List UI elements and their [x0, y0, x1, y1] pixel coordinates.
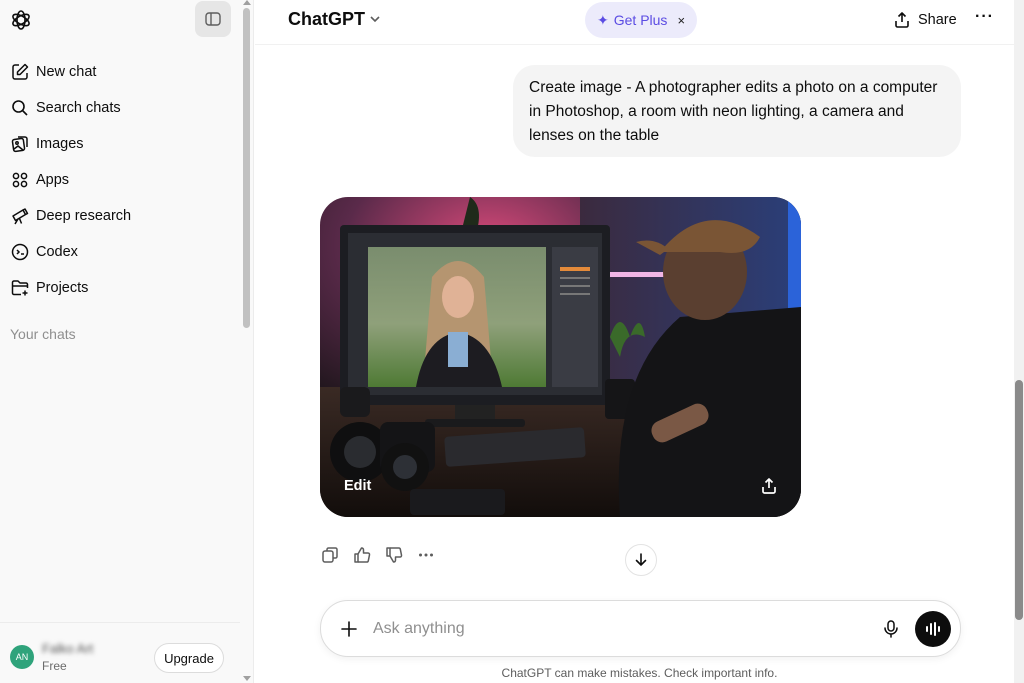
voice-mode-button[interactable] — [915, 611, 951, 647]
scroll-down-arrow[interactable] — [243, 676, 251, 681]
sidebar-item-label: Codex — [36, 244, 78, 260]
thumbs-up-button[interactable] — [352, 545, 372, 565]
scroll-to-bottom-button[interactable] — [625, 544, 657, 576]
sidebar-item-label: Deep research — [36, 208, 132, 224]
plan-label: Free — [42, 659, 67, 673]
sidebar-item-projects[interactable]: Projects — [0, 270, 240, 306]
user-message: Create image - A photographer edits a ph… — [513, 65, 961, 157]
sidebar-scrollbar[interactable] — [243, 8, 250, 328]
thumbs-down-button[interactable] — [384, 545, 404, 565]
sidebar-item-images[interactable]: Images — [0, 126, 240, 162]
voice-waveform-icon — [926, 622, 940, 636]
sidebar-item-codex[interactable]: Codex — [0, 234, 240, 270]
prompt-input[interactable] — [373, 618, 863, 640]
avatar[interactable]: AN — [10, 645, 34, 669]
copy-button[interactable] — [320, 545, 340, 565]
sidebar-top — [0, 0, 240, 40]
disclaimer: ChatGPT can make mistakes. Check importa… — [501, 666, 778, 680]
generated-image[interactable]: Edit — [320, 197, 801, 517]
more-actions-button[interactable] — [416, 545, 436, 565]
chevron-down-icon[interactable] — [368, 12, 382, 26]
share-label: Share — [918, 12, 957, 28]
main-scrollbar[interactable] — [1015, 380, 1023, 620]
thumbs-up-icon — [354, 547, 371, 563]
share-icon — [895, 12, 909, 28]
top-bar: ChatGPT ✦ Get Plus × Share ··· — [255, 0, 1024, 45]
edit-icon — [12, 63, 29, 80]
model-selector[interactable]: ChatGPT — [288, 9, 365, 30]
more-options-button[interactable]: ··· — [975, 8, 994, 26]
images-icon — [11, 136, 28, 153]
composer — [320, 600, 961, 657]
scroll-up-arrow[interactable] — [243, 0, 251, 5]
arrow-down-icon — [635, 553, 647, 567]
generated-image-illustration — [320, 197, 801, 517]
message-actions — [320, 545, 448, 565]
sidebar-item-deep-research[interactable]: Deep research — [0, 198, 240, 234]
close-icon[interactable]: × — [677, 13, 685, 28]
sidebar-toggle-button[interactable] — [195, 1, 231, 37]
openai-logo-icon[interactable] — [9, 8, 33, 32]
sparkle-icon: ✦ — [597, 11, 609, 28]
codex-icon — [11, 243, 29, 261]
sidebar-item-new-chat[interactable]: New chat — [0, 54, 240, 90]
more-icon — [419, 553, 433, 557]
sidebar: New chat Search chats Images Apps Deep r… — [0, 0, 254, 683]
image-edit-button[interactable]: Edit — [344, 478, 371, 494]
upgrade-button[interactable]: Upgrade — [154, 643, 224, 673]
microphone-icon[interactable] — [881, 619, 901, 639]
app-window: New chat Search chats Images Apps Deep r… — [0, 0, 1024, 683]
account-area[interactable]: AN Falko Art Free Upgrade — [0, 622, 240, 683]
sidebar-item-search-chats[interactable]: Search chats — [0, 90, 240, 126]
your-chats-heading: Your chats — [10, 326, 76, 342]
plus-icon[interactable] — [339, 619, 359, 639]
apps-grid-icon — [12, 172, 28, 188]
telescope-icon — [12, 208, 29, 225]
thumbs-down-icon — [386, 547, 403, 563]
search-icon — [12, 100, 28, 116]
sidebar-item-label: Apps — [36, 172, 70, 188]
sidebar-item-label: Images — [36, 136, 84, 152]
folder-plus-icon — [11, 280, 29, 296]
image-share-icon[interactable] — [760, 477, 778, 495]
get-plus-label: Get Plus — [613, 12, 668, 28]
sidebar-nav: New chat Search chats Images Apps Deep r… — [0, 54, 240, 306]
sidebar-item-apps[interactable]: Apps — [0, 162, 240, 198]
sidebar-item-label: New chat — [36, 64, 97, 80]
sidebar-item-label: Projects — [36, 280, 89, 296]
sidebar-toggle-icon — [205, 12, 221, 26]
share-button[interactable]: Share — [893, 8, 957, 32]
username: Falko Art — [42, 641, 94, 656]
copy-icon — [322, 547, 338, 563]
get-plus-button[interactable]: ✦ Get Plus × — [585, 2, 697, 38]
sidebar-item-label: Search chats — [36, 100, 121, 116]
